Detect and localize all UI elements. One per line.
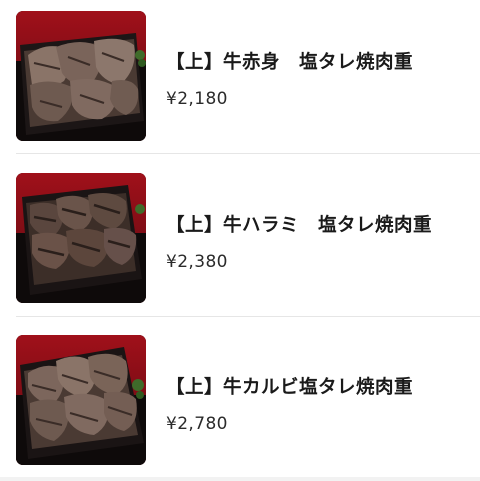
item-title: 【上】牛赤身 塩タレ焼肉重 [166, 52, 414, 73]
item-divider [16, 153, 480, 154]
item-info: 【上】牛赤身 塩タレ焼肉重 ¥2,180 [166, 50, 413, 110]
item-price: ¥2,780 [166, 414, 228, 434]
food-photo-karubi [16, 335, 146, 465]
bottom-strip [0, 477, 480, 481]
menu-item-karubi[interactable]: 【上】牛カルビ塩タレ焼肉重 ¥2,780 [0, 317, 480, 479]
menu-item-harami[interactable]: 【上】牛ハラミ 塩タレ焼肉重 ¥2,380 [0, 155, 480, 317]
item-title: 【上】牛ハラミ 塩タレ焼肉重 [166, 215, 433, 236]
item-title: 【上】牛カルビ塩タレ焼肉重 [166, 377, 414, 398]
item-price: ¥2,180 [166, 89, 228, 109]
food-photo-harami [16, 173, 146, 303]
menu-item-akami[interactable]: 【上】牛赤身 塩タレ焼肉重 ¥2,180 [0, 0, 480, 162]
menu-list: 【上】牛赤身 塩タレ焼肉重 ¥2,180 【上】牛ハラミ 塩タレ焼肉重 ¥2,3… [0, 0, 480, 481]
item-info: 【上】牛カルビ塩タレ焼肉重 ¥2,780 [166, 375, 413, 435]
item-info: 【上】牛ハラミ 塩タレ焼肉重 ¥2,380 [166, 213, 432, 273]
item-price: ¥2,380 [166, 252, 228, 272]
food-photo-akami [16, 11, 146, 141]
